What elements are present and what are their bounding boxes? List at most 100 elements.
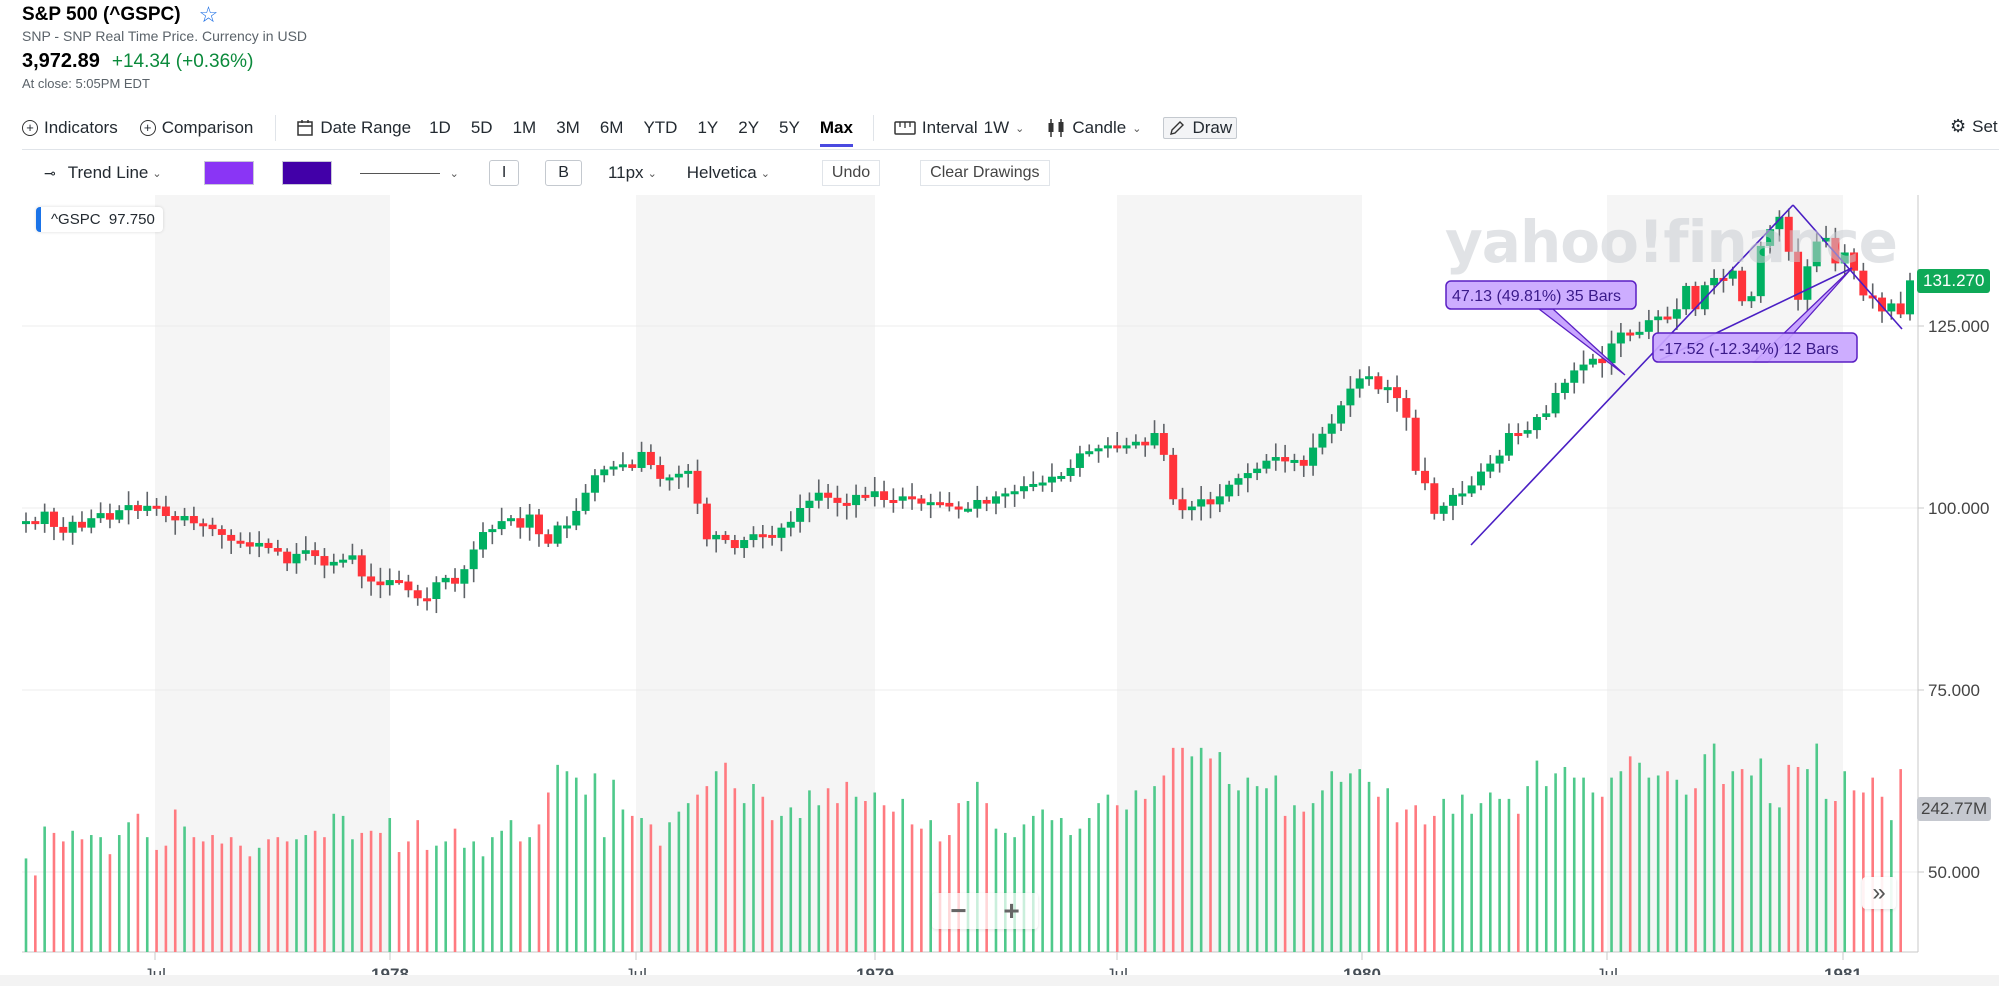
fill-color-swatch[interactable] [203,161,254,185]
comparison-button[interactable]: + Comparison [139,118,253,138]
drawing-toolbar: ⊸ Trend Line ⌄ ⌄ I B 11px ⌄ Helvetica ⌄ … [44,158,1090,188]
volume-bar [1572,777,1576,952]
candle-body [460,569,469,584]
candle-body [497,521,506,530]
candle-body [1057,475,1066,479]
zoom-in-button[interactable]: + [985,893,1038,929]
y-tick-label: 75.000 [1928,681,1980,700]
candle-body [1710,277,1719,286]
candle-body [367,576,376,582]
draw-button[interactable]: Draw [1163,117,1238,139]
volume-bar [108,854,112,952]
volume-bar [1806,769,1809,952]
volume-bar [1451,813,1455,952]
candle-body [1047,476,1056,483]
range-1d[interactable]: 1D [429,118,451,138]
candle-body [152,505,161,509]
candle-body [1131,441,1140,446]
range-ytd[interactable]: YTD [643,118,677,138]
range-5d[interactable]: 5D [471,118,493,138]
period-band [636,195,875,952]
volume-bar [1694,788,1697,952]
line-color-swatch[interactable] [281,161,332,185]
candle-body [852,494,861,506]
current-volume-label: 242.77M [1917,797,1992,821]
range-5y[interactable]: 5Y [779,118,800,138]
volume-bar [1880,796,1884,952]
volume-bar [798,818,802,952]
volume-bar [966,801,970,952]
candle-body [348,555,357,560]
volume-bar [1778,807,1781,952]
undo-button[interactable]: Undo [821,160,881,186]
settings-button[interactable]: ⚙ Set [1950,116,1998,137]
price-chart[interactable]: 125.000100.00075.00050.000Jul1978Jul1979… [0,195,1999,986]
volume-bar [351,839,354,952]
indicators-button[interactable]: + Indicators [22,118,118,138]
candle-body [768,534,777,538]
plus-circle-icon: + [22,120,38,136]
y-tick-label: 50.000 [1928,863,1980,882]
candle-body [1365,376,1374,380]
candle-body [413,590,422,599]
volume-bar [1638,762,1641,952]
volume-bar [864,801,867,952]
candle-body [1150,433,1159,446]
volume-bar [1740,769,1744,952]
range-2y[interactable]: 2Y [738,118,759,138]
range-max[interactable]: Max [819,118,853,147]
volume-bar [1712,743,1716,952]
candle-body [1467,485,1476,494]
date-range-button[interactable]: Date Range [296,118,411,138]
chart-type-dropdown[interactable]: Candle ⌄ [1046,118,1141,138]
volume-bar [1097,803,1100,952]
chevron-down-icon: ⌄ [1132,122,1142,135]
volume-bar [752,783,755,952]
volume-bar [332,813,336,952]
trend-line-icon: ⊸ [44,164,56,181]
scroll-forward-button[interactable]: » [1862,877,1896,909]
candle-body [1896,303,1905,315]
gear-icon: ⚙ [1950,116,1967,136]
candle-body [786,521,795,528]
volume-bar [1199,747,1203,952]
candle-body [59,526,68,533]
candle-body [674,473,683,478]
candle-body [684,470,693,474]
volume-bar [1414,805,1417,952]
range-6m[interactable]: 6M [600,118,624,138]
italic-button[interactable]: I [488,160,520,186]
volume-bar [1750,775,1753,952]
star-icon[interactable]: ☆ [199,4,219,26]
volume-bar [537,824,541,952]
candle-body [1588,358,1597,365]
candle-body [264,542,273,549]
candle-body [1374,376,1383,390]
candle-body [665,477,674,481]
clear-drawings-button[interactable]: Clear Drawings [920,160,1050,186]
volume-bar [1405,809,1408,952]
candle-body [1906,280,1914,315]
bold-button[interactable]: B [545,160,582,186]
volume-bar [1218,752,1222,952]
volume-bar [882,805,886,952]
volume-bar [323,837,326,952]
volume-bar [472,841,475,952]
candle-body [96,513,105,519]
zoom-out-button[interactable]: − [932,893,985,929]
volume-bar [201,841,205,952]
trend-line-tool-dropdown[interactable]: ⊸ Trend Line ⌄ [44,163,162,183]
volume-bar [155,849,158,952]
volume-bar [276,837,280,952]
line-style-dropdown[interactable]: ⌄ [359,167,459,180]
font-size-dropdown[interactable]: 11px ⌄ [608,163,657,183]
interval-dropdown[interactable]: Interval 1W ⌄ [894,118,1024,138]
candle-body [320,556,329,566]
font-family-dropdown[interactable]: Helvetica ⌄ [687,163,770,183]
candle-body [273,548,282,552]
range-3m[interactable]: 3M [556,118,580,138]
range-1m[interactable]: 1M [513,118,537,138]
volume-bar [546,792,550,952]
range-1y[interactable]: 1Y [697,118,718,138]
chevron-down-icon: ⌄ [1015,122,1025,135]
